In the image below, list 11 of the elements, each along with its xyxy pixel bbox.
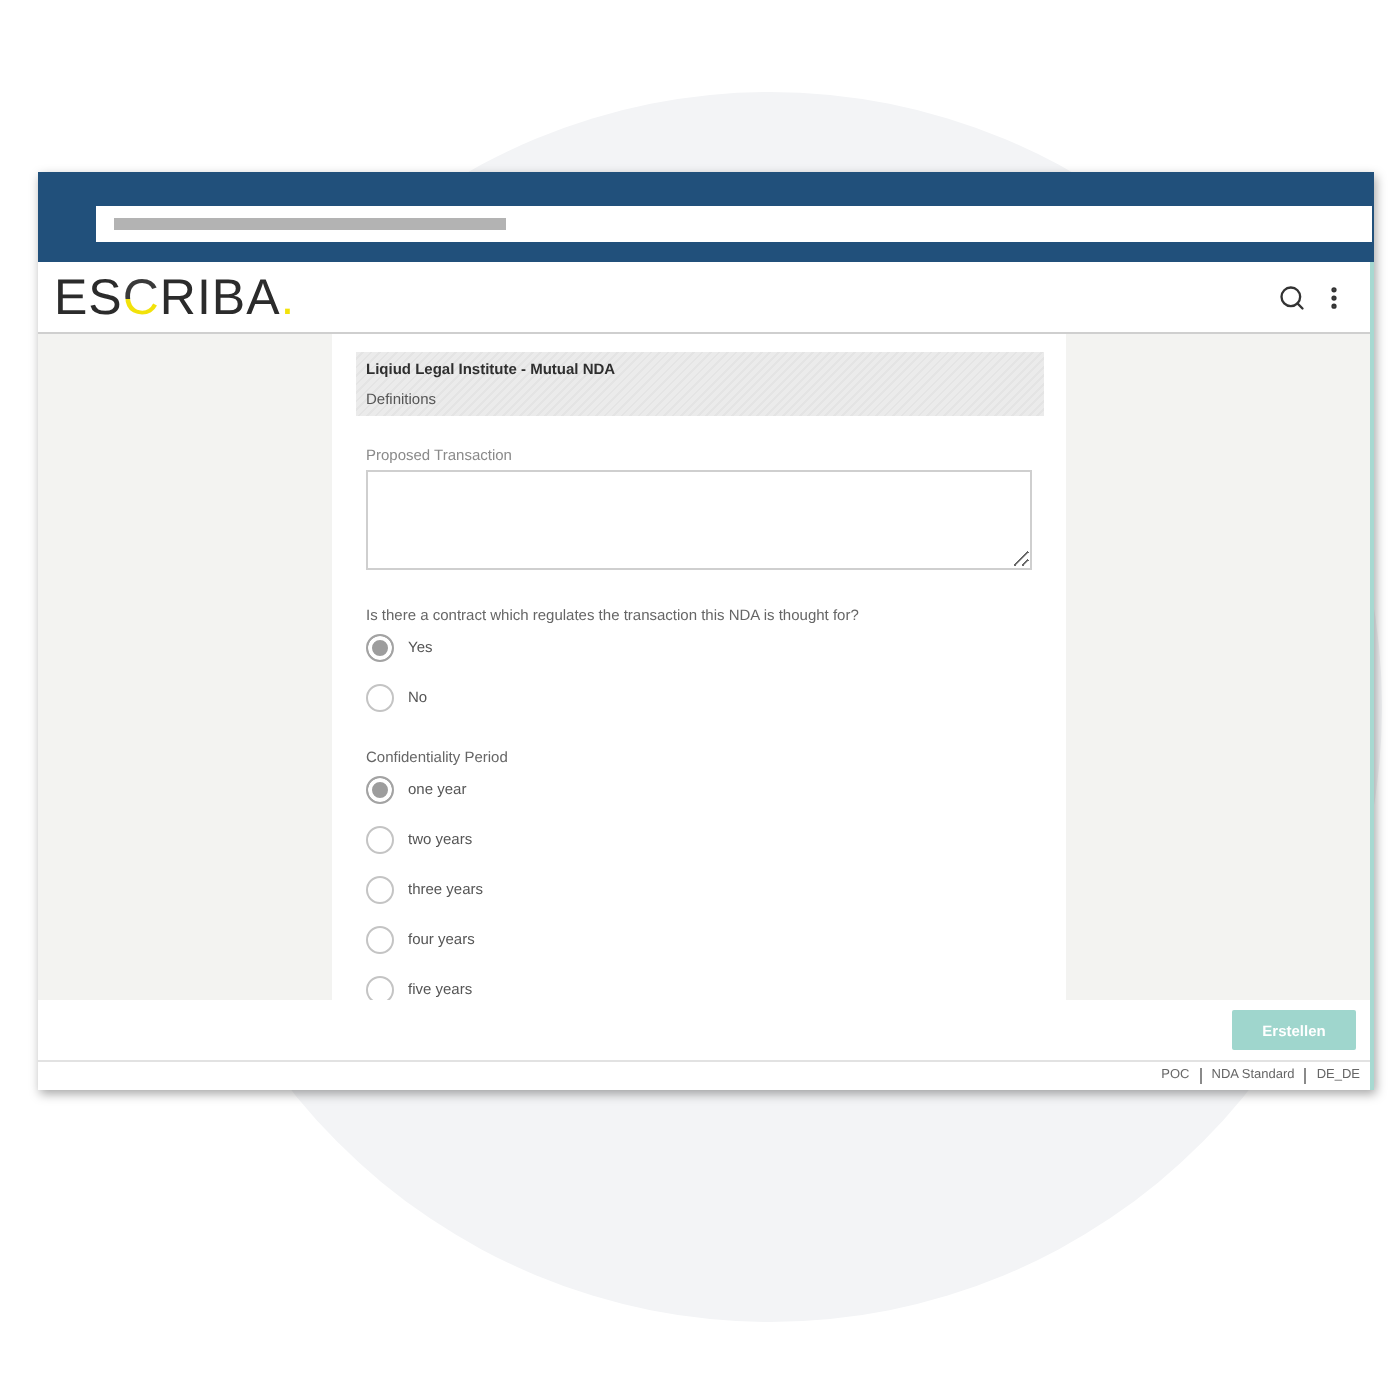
logo: ESCRIBA.	[54, 271, 296, 323]
radio-button[interactable]	[366, 926, 394, 954]
text-area-field[interactable]	[366, 470, 1032, 570]
address-bar[interactable]	[96, 206, 1372, 242]
radio-button[interactable]	[366, 684, 394, 712]
radio-button[interactable]	[366, 876, 394, 904]
radio-button[interactable]	[366, 826, 394, 854]
radio-button[interactable]	[366, 976, 394, 1000]
radio-button[interactable]	[366, 776, 394, 804]
search-icon[interactable]	[1278, 283, 1306, 311]
radio-button[interactable]	[366, 634, 394, 662]
